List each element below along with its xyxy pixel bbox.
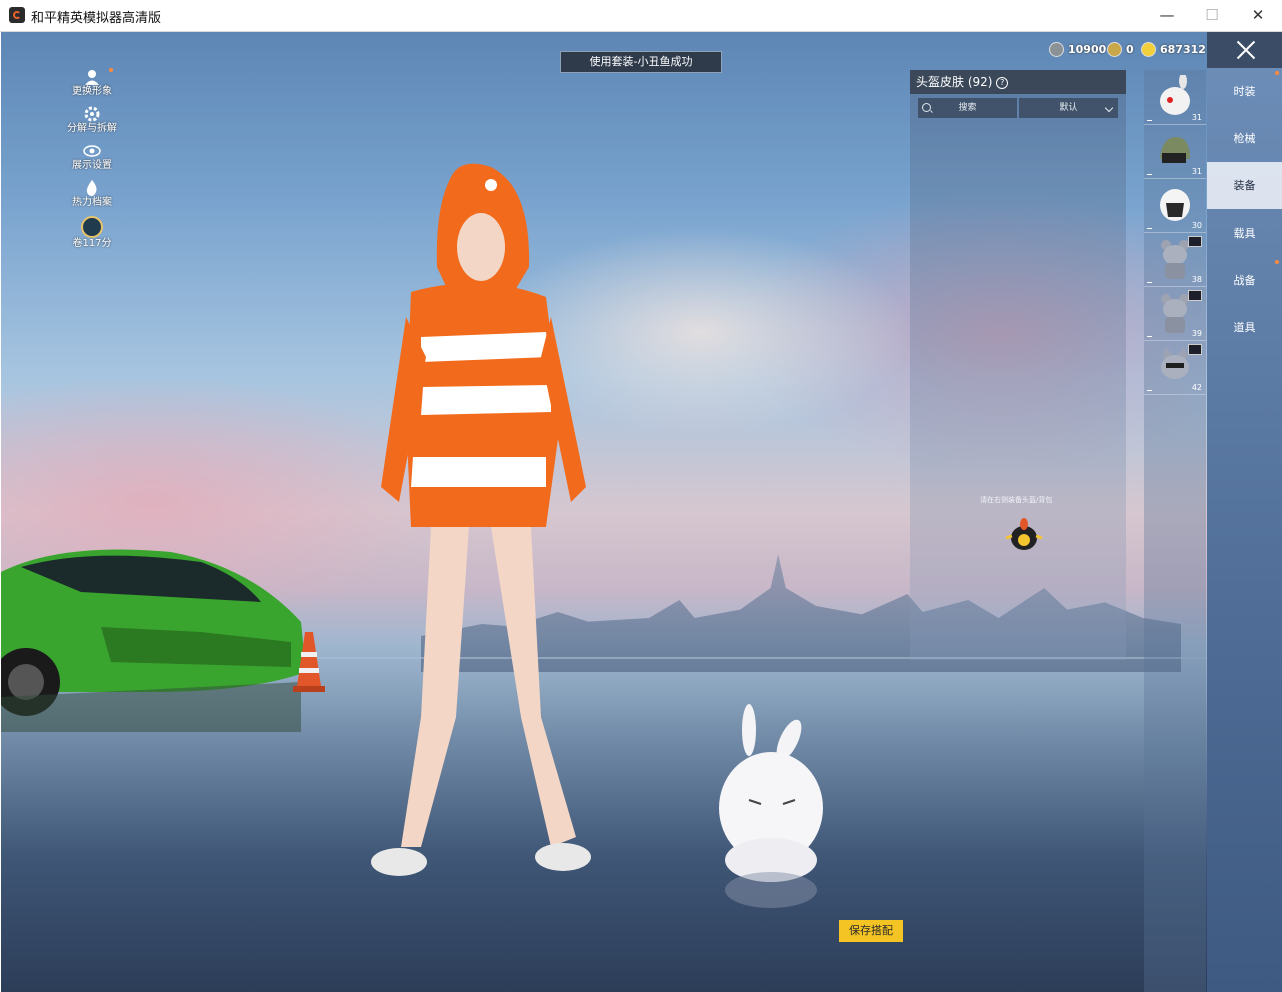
divider (1147, 228, 1152, 229)
change-appearance-button[interactable]: 更换形象 (59, 68, 125, 105)
level-label: 卷117分 (72, 238, 112, 249)
heat-profile-button[interactable]: 热力档案 (59, 179, 125, 216)
currency-value: 0 (1126, 43, 1134, 56)
tab-fashion[interactable]: 时装 (1207, 68, 1282, 115)
game-viewport: 更换形象 分解与拆解 展示设置 热力档案 卷117分 使用套装-小丑鱼成功 10… (1, 32, 1282, 992)
chevron-down-icon (1104, 103, 1114, 113)
item-count: 39 (1191, 329, 1202, 338)
selected-item-preview (1005, 518, 1043, 550)
badge-icon (1188, 290, 1202, 301)
bunny-pet (719, 704, 823, 908)
save-outfit-button[interactable]: 保存搭配 (839, 920, 903, 942)
badge-icon (1188, 236, 1202, 247)
item-list: 31 31 30 38 39 42 (1144, 70, 1206, 992)
app-logo-icon (9, 7, 25, 23)
search-input[interactable]: 搜索 (918, 98, 1017, 118)
help-icon[interactable]: ? (996, 77, 1009, 89)
item-card[interactable]: 31 (1144, 124, 1206, 179)
tab-label: 枪械 (1233, 132, 1256, 145)
gear-icon (84, 106, 100, 122)
divider (1147, 390, 1152, 391)
close-panel-button[interactable] (1207, 32, 1282, 68)
tab-label: 道具 (1233, 321, 1256, 334)
green-sports-car (1, 549, 306, 732)
item-count: 31 (1191, 113, 1202, 122)
notification-dot (1275, 71, 1279, 75)
sort-dropdown[interactable]: 默认 (1019, 98, 1118, 118)
window-title: 和平精英模拟器高清版 (31, 11, 162, 26)
level-badge-icon (81, 216, 103, 238)
notification-dot (109, 68, 113, 72)
avatar-icon (85, 70, 99, 85)
inventory-panel: 头盔皮肤 (92) ? 搜索 默认 请在右侧装备头盔/背包 (910, 70, 1126, 660)
tab-items[interactable]: 道具 (1207, 304, 1282, 351)
search-icon (922, 103, 931, 112)
window-titlebar: 和平精英模拟器高清版 — ☐ ✕ (0, 0, 1282, 32)
tab-vehicles[interactable]: 载具 (1207, 210, 1282, 257)
disassemble-button[interactable]: 分解与拆解 (59, 105, 125, 142)
white-helmet-icon (1160, 189, 1190, 221)
item-count: 42 (1191, 383, 1202, 392)
tab-label: 时装 (1233, 85, 1256, 98)
divider (1147, 282, 1152, 283)
item-count: 31 (1191, 167, 1202, 176)
silver-coin-icon (1049, 42, 1064, 57)
minimize-button[interactable]: — (1144, 0, 1190, 31)
currency-medal: 0 (1107, 42, 1134, 57)
flame-icon (86, 180, 97, 196)
currency-silver: 10900 (1049, 42, 1106, 57)
camo-helmet-icon (1160, 137, 1190, 163)
currency-value: 687312 (1160, 43, 1206, 56)
notification-dot (1275, 260, 1279, 264)
item-card[interactable]: 42 (1144, 340, 1206, 395)
left-action-menu: 更换形象 分解与拆解 展示设置 热力档案 卷117分 (59, 68, 125, 253)
currency-value: 10900 (1068, 43, 1107, 56)
search-label: 搜索 (958, 103, 977, 113)
tab-label: 战备 (1233, 274, 1256, 287)
tab-equipment[interactable]: 装备 (1207, 162, 1282, 209)
item-card[interactable]: 30 (1144, 178, 1206, 233)
sort-label: 默认 (1059, 103, 1078, 113)
item-card[interactable]: 31 (1144, 70, 1206, 125)
rabbit-helmet-icon (1160, 75, 1190, 115)
currency-gold: 687312 (1141, 42, 1206, 57)
tab-label: 装备 (1233, 179, 1256, 192)
medal-coin-icon (1107, 42, 1122, 57)
maximize-button[interactable]: ☐ (1189, 0, 1235, 31)
panel-title: 头盔皮肤 (92) (916, 75, 993, 89)
level-button[interactable]: 卷117分 (59, 216, 125, 253)
menu-label: 分解与拆解 (67, 123, 117, 134)
item-card[interactable]: 38 (1144, 232, 1206, 287)
player-character (371, 163, 591, 876)
tab-battle-prep[interactable]: 战备 (1207, 257, 1282, 304)
gold-coin-icon (1141, 42, 1156, 57)
menu-label: 更换形象 (72, 86, 112, 97)
panel-header: 头盔皮肤 (92) ? (910, 70, 1126, 94)
tab-firearms[interactable]: 枪械 (1207, 115, 1282, 162)
divider (1147, 120, 1152, 121)
success-banner: 使用套装-小丑鱼成功 (560, 51, 722, 73)
divider (1147, 336, 1152, 337)
divider (1147, 174, 1152, 175)
traffic-cone (293, 632, 325, 692)
item-count: 30 (1191, 221, 1202, 230)
item-card[interactable]: 39 (1144, 286, 1206, 341)
menu-label: 热力档案 (72, 197, 112, 208)
badge-icon (1188, 344, 1202, 355)
eye-icon (83, 145, 101, 157)
display-settings-button[interactable]: 展示设置 (59, 142, 125, 179)
item-count: 38 (1191, 275, 1202, 284)
menu-label: 展示设置 (72, 160, 112, 171)
tab-label: 载具 (1233, 227, 1256, 240)
hint-text: 请在右侧装备头盔/背包 (980, 496, 1053, 504)
close-window-button[interactable]: ✕ (1235, 0, 1281, 31)
